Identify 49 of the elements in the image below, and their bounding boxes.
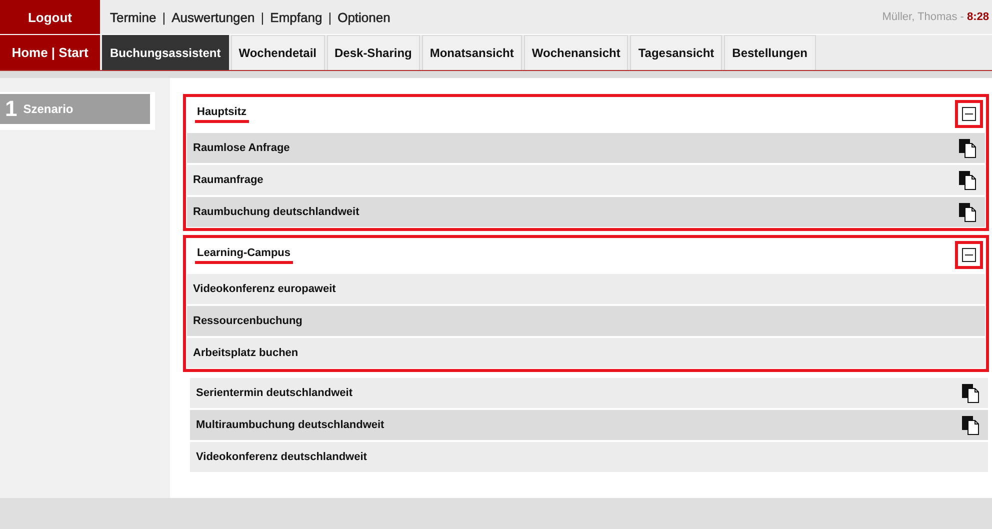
nav-tab[interactable]: Buchungsassistent xyxy=(102,35,229,70)
nav-tab[interactable]: Bestellungen xyxy=(724,35,816,70)
row-label: Videokonferenz europaweit xyxy=(193,283,336,295)
home-button[interactable]: Home | Start xyxy=(0,35,100,70)
nav-tab[interactable]: Wochenansicht xyxy=(524,35,628,70)
menu-link[interactable]: Termine xyxy=(110,10,156,24)
copy-icon[interactable] xyxy=(958,202,977,222)
row-label: Arbeitsplatz buchen xyxy=(193,347,298,359)
clock-time: 8:28 xyxy=(966,11,989,23)
group-title: Learning-Campus xyxy=(195,246,293,264)
scenario-row[interactable]: Videokonferenz europaweit xyxy=(187,274,985,304)
row-label: Raumbuchung deutschlandweit xyxy=(193,206,360,218)
row-label: Raumlose Anfrage xyxy=(193,142,290,154)
collapse-toggle[interactable] xyxy=(955,241,983,269)
scenario-row[interactable]: Serientermin deutschlandweit xyxy=(190,378,988,408)
copy-icon[interactable] xyxy=(961,383,980,403)
nav-tab[interactable]: Tagesansicht xyxy=(630,35,722,70)
scenario-row[interactable]: Multiraumbuchung deutschlandweit xyxy=(190,410,988,440)
menu-link[interactable]: Auswertungen xyxy=(172,10,255,24)
copy-icon[interactable] xyxy=(958,170,977,190)
link-separator: | xyxy=(328,10,332,24)
user-name: Müller, Thomas - xyxy=(882,11,964,23)
row-label: Videokonferenz deutschlandweit xyxy=(196,451,367,463)
row-label: Multiraumbuchung deutschlandweit xyxy=(196,419,384,431)
logout-button[interactable]: Logout xyxy=(0,0,100,34)
copy-icon[interactable] xyxy=(958,138,977,158)
menu-link[interactable]: Optionen xyxy=(338,10,390,24)
row-label: Serientermin deutschlandweit xyxy=(196,387,352,399)
scenario-row[interactable]: Raumbuchung deutschlandweit xyxy=(187,197,985,227)
scenario-row[interactable]: Raumanfrage xyxy=(187,165,985,195)
nav-tab[interactable]: Wochendetail xyxy=(230,35,324,70)
row-label: Raumanfrage xyxy=(193,174,264,186)
row-label: Ressourcenbuchung xyxy=(193,315,302,327)
step-number: 1 xyxy=(4,96,18,122)
scenario-row[interactable]: Videokonferenz deutschlandweit xyxy=(190,442,988,472)
nav-tab[interactable]: Monatsansicht xyxy=(422,35,522,70)
copy-icon[interactable] xyxy=(961,415,980,435)
minus-icon xyxy=(962,107,976,121)
collapse-toggle[interactable] xyxy=(955,100,983,128)
step-label: Szenario xyxy=(23,102,74,116)
scenario-row[interactable]: Ressourcenbuchung xyxy=(187,306,985,336)
minus-icon xyxy=(962,248,976,262)
scenario-row[interactable]: Raumlose Anfrage xyxy=(187,133,985,163)
nav-tab[interactable]: Desk-Sharing xyxy=(326,35,420,70)
group-title: Hauptsitz xyxy=(195,106,248,122)
link-separator: | xyxy=(162,10,166,24)
scenario-row[interactable]: Arbeitsplatz buchen xyxy=(187,338,985,368)
link-separator: | xyxy=(260,10,264,24)
menu-link[interactable]: Empfang xyxy=(270,10,322,24)
